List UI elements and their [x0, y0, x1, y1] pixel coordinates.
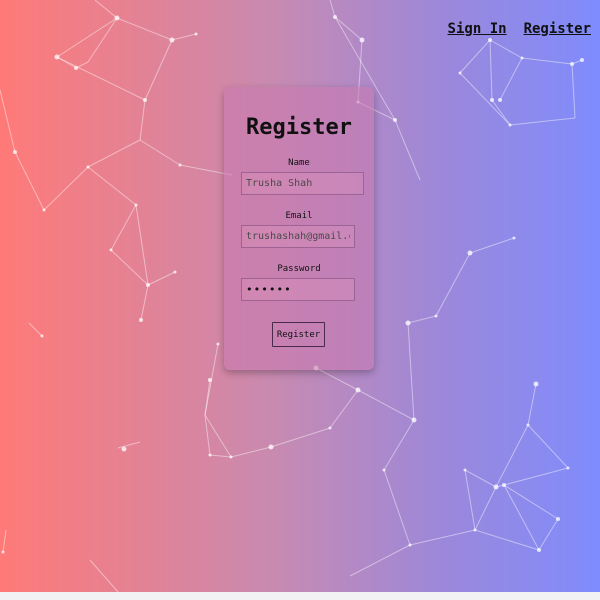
password-input[interactable] — [241, 278, 355, 301]
register-button[interactable]: Register — [272, 322, 325, 347]
name-label: Name — [288, 158, 310, 168]
page-bottom-strip — [0, 592, 600, 600]
email-label: Email — [285, 211, 313, 221]
name-input[interactable] — [241, 172, 364, 195]
form-title: Register — [246, 115, 352, 140]
password-label: Password — [277, 264, 321, 274]
register-link[interactable]: Register — [524, 21, 591, 37]
register-card: Register Name Email Password Register — [224, 87, 374, 370]
top-nav: Sign In Register — [448, 21, 591, 37]
email-input[interactable] — [241, 225, 355, 248]
sign-in-link[interactable]: Sign In — [448, 21, 507, 37]
